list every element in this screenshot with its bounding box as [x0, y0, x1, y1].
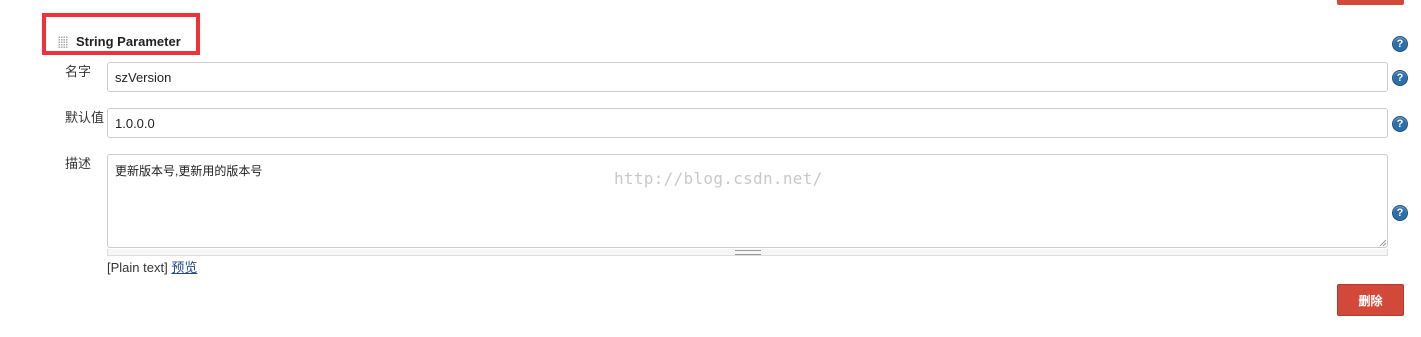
preview-link[interactable]: 预览 — [171, 260, 197, 275]
syntax-mode-text: [Plain text] — [107, 260, 168, 275]
default-value-help-icon[interactable]: ? — [1392, 116, 1408, 132]
description-label: 描述 — [65, 156, 92, 171]
default-value-input[interactable] — [107, 108, 1388, 138]
section-help-icon[interactable]: ? — [1392, 36, 1408, 52]
watermark-text: http://blog.csdn.net/ — [614, 169, 823, 188]
default-value-label: 默认值 — [65, 110, 105, 125]
top-delete-button-fragment[interactable] — [1337, 0, 1404, 5]
description-help-icon[interactable]: ? — [1392, 205, 1408, 221]
expander-grip-icon — [735, 250, 761, 255]
drag-handle-icon[interactable] — [58, 36, 68, 48]
name-input[interactable] — [107, 62, 1388, 92]
name-help-icon[interactable]: ? — [1392, 70, 1408, 86]
textarea-expander-handle[interactable] — [107, 249, 1388, 256]
resize-grip-icon[interactable] — [1378, 238, 1387, 247]
syntax-info: [Plain text] 预览 — [107, 257, 197, 276]
section-title: String Parameter — [76, 34, 181, 49]
name-label: 名字 — [65, 64, 92, 79]
delete-button[interactable]: 删除 — [1337, 284, 1404, 316]
